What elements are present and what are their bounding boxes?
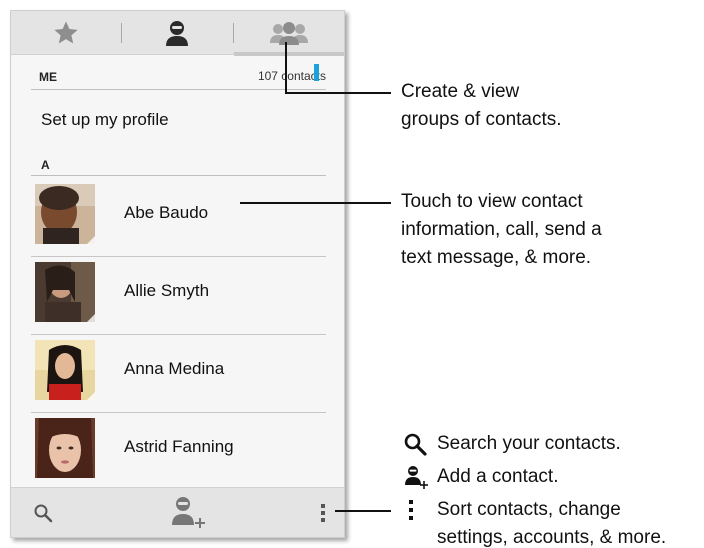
contact-name: Anna Medina xyxy=(124,359,225,378)
legend-search: Search your contacts. xyxy=(403,430,621,458)
avatar xyxy=(35,262,95,322)
callout-line xyxy=(285,42,287,94)
callout-line xyxy=(240,202,391,204)
tab-bar xyxy=(11,11,344,56)
legend-text: Add a contact. xyxy=(437,466,559,487)
callout-text-line: information, call, send a xyxy=(401,219,602,240)
add-person-icon xyxy=(172,497,205,528)
overflow-menu-button[interactable] xyxy=(311,488,335,537)
scroll-indicator xyxy=(314,64,319,81)
tab-contacts[interactable] xyxy=(122,11,232,55)
avatar xyxy=(35,184,95,244)
contact-name: Astrid Fanning xyxy=(124,437,234,456)
search-icon xyxy=(404,433,427,456)
group-icon xyxy=(269,21,308,45)
avatar xyxy=(35,340,95,400)
tab-groups[interactable] xyxy=(233,11,344,56)
contact-name: Allie Smyth xyxy=(124,281,210,300)
callout-line xyxy=(285,92,391,94)
section-letter: A xyxy=(41,158,50,172)
legend-add: Add a contact. xyxy=(403,463,558,491)
add-contact-button[interactable] xyxy=(161,488,211,537)
overflow-menu-icon xyxy=(321,504,325,522)
callout-text-line: Create & view xyxy=(401,81,520,102)
callout-line xyxy=(335,510,391,512)
callout-text-line: Touch to view contact xyxy=(401,191,583,212)
tab-favorites[interactable] xyxy=(11,11,121,55)
callout-contact: Touch to view contact information, call,… xyxy=(401,188,602,272)
legend-text: settings, accounts, & more. xyxy=(437,527,667,548)
legend-menu: Sort contacts, change settings, accounts… xyxy=(403,496,666,548)
contact-name: Abe Baudo xyxy=(124,203,209,222)
search-button[interactable] xyxy=(23,488,63,537)
list-item[interactable]: Allie Smyth xyxy=(31,257,326,335)
overflow-menu-icon xyxy=(409,500,413,520)
list-item[interactable]: Abe Baudo xyxy=(31,179,326,257)
add-person-icon xyxy=(405,466,428,489)
bottom-action-bar xyxy=(11,487,344,537)
me-section-header: ME 107 contacts xyxy=(31,66,326,90)
avatar xyxy=(35,418,95,478)
setup-profile-item[interactable]: Set up my profile xyxy=(41,110,169,130)
legend-text: Sort contacts, change xyxy=(437,499,621,520)
me-label: ME xyxy=(39,70,57,84)
callout-text-line: groups of contacts. xyxy=(401,109,562,130)
list-item[interactable]: Anna Medina xyxy=(31,335,326,413)
list-item[interactable]: Astrid Fanning xyxy=(31,413,326,491)
callout-text-line: text message, & more. xyxy=(401,247,592,268)
callout-groups: Create & view groups of contacts. xyxy=(401,78,562,134)
legend-text: Search your contacts. xyxy=(437,433,621,454)
person-icon xyxy=(166,20,189,46)
section-header-a: A xyxy=(31,156,326,176)
star-icon xyxy=(54,20,78,43)
search-icon xyxy=(34,504,53,523)
contacts-phone-screen: ME 107 contacts Set up my profile A Abe … xyxy=(10,10,345,538)
